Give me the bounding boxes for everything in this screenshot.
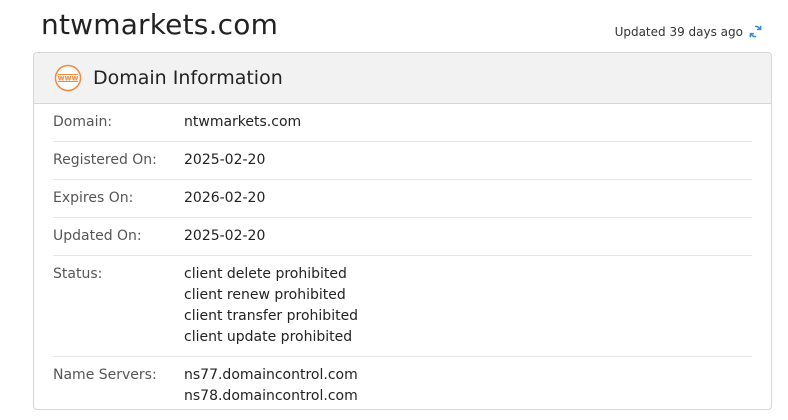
row-label: Status: <box>53 266 103 282</box>
www-globe-icon: www <box>54 64 82 92</box>
row-expires-on: Expires On: 2026-02-20 <box>53 180 752 218</box>
status-value: client update prohibited <box>184 329 353 345</box>
expires-value: 2026-02-20 <box>184 190 266 206</box>
card-header: www Domain Information <box>34 53 771 104</box>
row-label: Updated On: <box>53 228 142 244</box>
row-updated-on: Updated On: 2025-02-20 <box>53 218 752 256</box>
row-value: 2026-02-20 <box>184 188 265 209</box>
row-value: 2025-02-20 <box>184 226 265 247</box>
www-icon-text: www <box>58 74 79 83</box>
registered-value: 2025-02-20 <box>184 152 266 168</box>
row-domain: Domain: ntwmarkets.com <box>53 104 752 142</box>
row-label: Name Servers: <box>53 367 157 383</box>
status-value: client transfer prohibited <box>184 308 359 324</box>
domain-info-card: www Domain Information Domain: ntwmarket… <box>33 52 772 410</box>
row-registered-on: Registered On: 2025-02-20 <box>53 142 752 180</box>
status-value: client delete prohibited <box>184 266 347 282</box>
status-value: client renew prohibited <box>184 287 346 303</box>
row-value: 2025-02-20 <box>184 150 265 171</box>
row-value: ns77.domaincontrol.com ns78.domaincontro… <box>184 365 358 407</box>
updated-value: 2025-02-20 <box>184 228 266 244</box>
domain-value: ntwmarkets.com <box>184 114 302 130</box>
site-title: ntwmarkets.com <box>41 8 279 41</box>
row-label: Registered On: <box>53 152 157 168</box>
row-name-servers: Name Servers: ns77.domaincontrol.com ns7… <box>53 357 752 409</box>
row-value: ntwmarkets.com <box>184 112 301 133</box>
row-label: Expires On: <box>53 190 134 206</box>
row-value: client delete prohibited client renew pr… <box>184 264 358 348</box>
row-label: Domain: <box>53 114 113 130</box>
name-server-value: ns77.domaincontrol.com <box>184 367 358 383</box>
refresh-icon[interactable] <box>748 24 763 39</box>
updated-status: Updated 39 days ago <box>615 24 763 39</box>
row-status: Status: client delete prohibited client … <box>53 256 752 357</box>
card-title: Domain Information <box>93 67 283 89</box>
name-server-value: ns78.domaincontrol.com <box>184 388 358 404</box>
info-rows: Domain: ntwmarkets.com Registered On: 20… <box>34 104 771 409</box>
updated-text: Updated 39 days ago <box>614 24 743 39</box>
